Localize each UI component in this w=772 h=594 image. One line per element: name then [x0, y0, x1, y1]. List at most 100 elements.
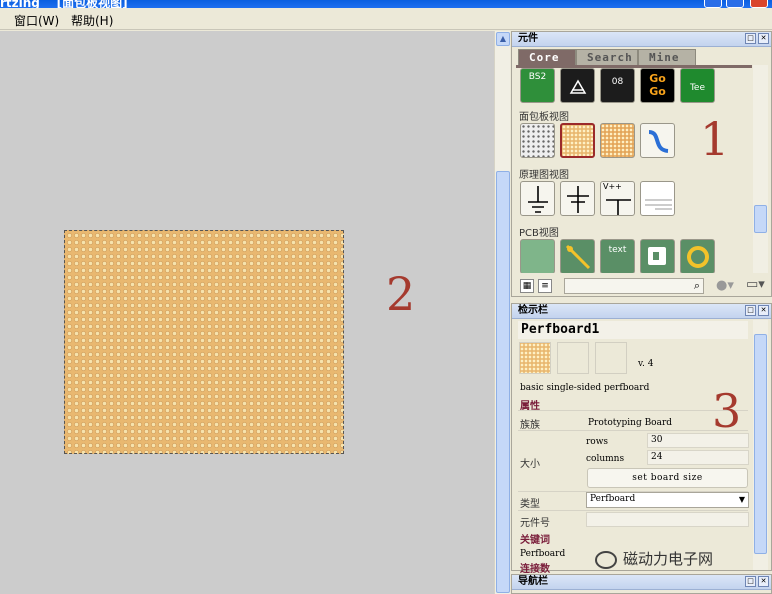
wire-icon — [648, 130, 669, 153]
list-view-icon[interactable]: ≡ — [538, 279, 552, 293]
minimize-button[interactable] — [704, 0, 722, 8]
close-icon[interactable]: ✕ — [758, 33, 769, 44]
navigator-close-icon[interactable]: ✕ — [758, 576, 769, 587]
parts-bin-panel: 元件 □ ✕ Core Search Mine BS2 08 Go Go Tee … — [511, 31, 772, 297]
part-bs2-label: BS2 — [528, 72, 547, 82]
part-08-label: 08 — [611, 77, 624, 87]
wechat-icon — [595, 550, 617, 569]
part-vcc-label: V++ — [603, 182, 622, 191]
part-gogo[interactable]: Go Go — [640, 68, 675, 103]
scroll-up-arrow-icon[interactable]: ▲ — [496, 32, 510, 46]
parts-search-input[interactable]: ⌕ — [564, 278, 704, 294]
parts-bin-scroll-thumb[interactable] — [754, 205, 767, 233]
rows-label: rows — [586, 437, 609, 447]
annotation-1: 1 — [700, 112, 730, 166]
inspector-title: 检示栏 — [518, 305, 548, 316]
pcb-view-image — [595, 342, 627, 374]
tags-header: 关键词 — [520, 535, 550, 546]
logo-icon — [648, 247, 666, 265]
part-pcb-text-label: text — [608, 245, 627, 255]
part-stripboard[interactable] — [600, 123, 635, 158]
parts-bin-footer: ▦ ≡ ⌕ ●▾ ▭▾ — [516, 275, 768, 297]
search-icon[interactable]: ⌕ — [694, 279, 700, 293]
part-tee[interactable]: Tee — [680, 68, 715, 103]
inspector-float-icon[interactable]: □ — [745, 305, 756, 316]
navigator-float-icon[interactable]: □ — [745, 576, 756, 587]
hole-icon — [687, 246, 709, 268]
section-breadboard: 面包板视图 — [519, 112, 569, 123]
part-tee-label: Tee — [689, 83, 706, 93]
tab-core[interactable]: Core — [518, 49, 576, 65]
inspector-scrollbar[interactable] — [753, 320, 768, 570]
watermark-text: 磁动力电子网 — [623, 550, 714, 568]
part-version: v. 4 — [638, 359, 654, 369]
folder-icon[interactable]: ▭▾ — [746, 277, 765, 292]
parts-bin-title: 元件 — [518, 33, 538, 44]
connections-header: 连接数 — [520, 564, 550, 575]
scroll-thumb[interactable] — [496, 171, 510, 593]
family-label: 族族 — [520, 420, 540, 431]
navigator-title: 导航栏 — [518, 576, 548, 587]
part-bs2[interactable]: BS2 — [520, 68, 555, 103]
tab-search[interactable]: Search — [576, 49, 638, 65]
annotation-3: 3 — [712, 384, 742, 438]
type-select[interactable]: Perfboard ▼ — [586, 492, 749, 508]
float-icon[interactable]: □ — [745, 33, 756, 44]
part-wire[interactable] — [640, 123, 675, 158]
chip-icon — [569, 79, 587, 94]
chevron-down-icon: ▼ — [738, 495, 745, 504]
maximize-button[interactable] — [726, 0, 744, 8]
window-title: rtzing [面包板视图] — [0, 0, 128, 8]
part-chip-icon[interactable] — [560, 68, 595, 103]
frame-icon — [645, 199, 672, 210]
menu-bar: 窗口(W) 帮助(H) — [0, 8, 772, 30]
columns-label: columns — [586, 454, 625, 464]
menu-window[interactable]: 窗口(W) — [14, 12, 59, 29]
menu-help[interactable]: 帮助(H) — [71, 12, 113, 29]
annotation-2: 2 — [386, 267, 416, 321]
part-vcc[interactable]: V++ — [600, 181, 635, 216]
type-label: 类型 — [520, 499, 540, 510]
breadboard-view-image — [519, 342, 551, 374]
tab-mine[interactable]: Mine — [638, 49, 696, 65]
part-perfboard[interactable] — [560, 123, 595, 158]
part-gogo-label: Go Go — [649, 72, 666, 98]
part-title: Perfboard1 — [518, 321, 748, 339]
part-number-input[interactable] — [586, 512, 749, 527]
part-pcb-text[interactable]: text — [600, 239, 635, 273]
part-pcb-hole[interactable] — [680, 239, 715, 273]
ground-icon — [528, 186, 548, 213]
navigator-panel: 导航栏 □ ✕ — [511, 574, 772, 594]
type-select-value: Perfboard — [590, 494, 636, 504]
size-label: 大小 — [520, 459, 540, 470]
part-number-label: 元件号 — [520, 518, 550, 529]
inspector-close-icon[interactable]: ✕ — [758, 305, 769, 316]
part-description: basic single-sided perfboard — [520, 383, 650, 393]
section-pcb: PCB视图 — [519, 228, 559, 239]
bin-menu-icon[interactable]: ●▾ — [716, 278, 734, 293]
inspector-scroll-thumb[interactable] — [754, 334, 767, 554]
part-breadboard[interactable] — [520, 123, 555, 158]
parts-bin-scrollbar[interactable] — [753, 65, 768, 273]
part-pcb-board[interactable] — [520, 239, 555, 273]
section-schematic: 原理图视图 — [519, 170, 569, 181]
part-ground[interactable] — [520, 181, 555, 216]
canvas-vertical-scrollbar[interactable]: ▲ — [494, 31, 510, 594]
vcc-icon — [606, 199, 631, 215]
close-button[interactable] — [750, 0, 768, 8]
perfboard-part[interactable] — [64, 230, 344, 454]
tag-value: Perfboard — [520, 549, 566, 559]
breadboard-canvas[interactable]: 2 — [0, 31, 494, 594]
part-power[interactable] — [560, 181, 595, 216]
columns-input[interactable]: 24 — [647, 450, 749, 465]
part-pcb-jumper[interactable] — [560, 239, 595, 273]
part-frame[interactable] — [640, 181, 675, 216]
jumper-icon — [565, 244, 591, 270]
grid-view-icon[interactable]: ▦ — [520, 279, 534, 293]
part-08-chip[interactable]: 08 — [600, 68, 635, 103]
part-pcb-logo[interactable] — [640, 239, 675, 273]
set-board-size-button[interactable]: set board size — [587, 468, 748, 488]
power-icon — [567, 186, 589, 213]
schematic-view-image — [557, 342, 589, 374]
window-title-bar: rtzing [面包板视图] — [0, 0, 772, 8]
